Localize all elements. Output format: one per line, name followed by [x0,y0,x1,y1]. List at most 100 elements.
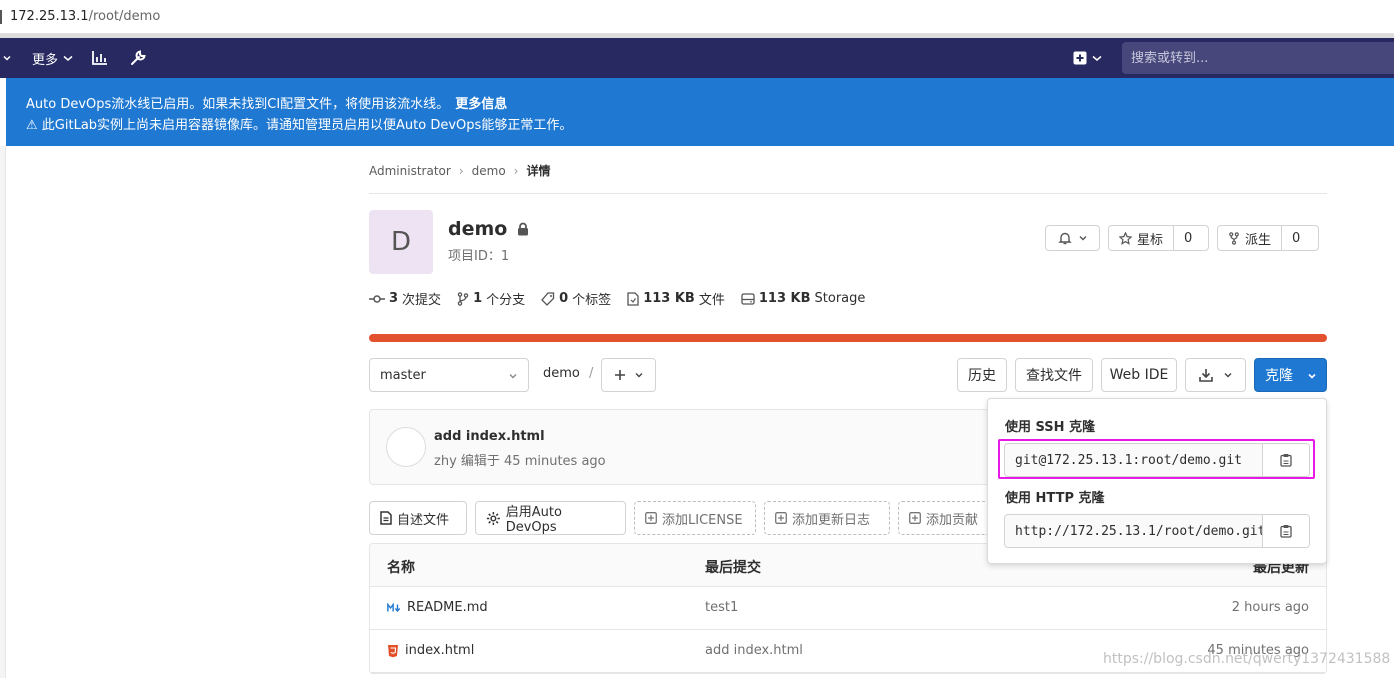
file-time: 2 hours ago [1231,600,1309,615]
clipboard-icon [1280,525,1292,538]
chevron-down-icon [509,374,517,379]
file-name[interactable]: README.md [407,600,488,615]
file-commit[interactable]: add index.html [705,643,803,658]
address-bar-edge [0,10,2,24]
markdown-icon [387,602,401,612]
storage-size: 113 KB [758,291,811,306]
clone-dropdown-menu: 使用 SSH 克隆 git@172.25.13.1:root/demo.git … [987,398,1327,564]
readme-label: 自述文件 [397,512,450,528]
path-separator: / [589,366,594,381]
project-stats: 3 次提交 1 个分支 0 个标签 113 KB 文件 113 KB Storage [369,289,881,308]
admin-wrench-icon[interactable] [129,38,147,78]
files-size: 113 KB [643,291,695,306]
star-segment[interactable]: 星标 [1109,226,1173,250]
analytics-icon[interactable] [91,38,109,78]
banner-line-1: Auto DevOps流水线已启用。如果未找到CI配置文件，将使用该流水线。 更多… [26,93,507,112]
add-changelog-button[interactable]: 添加更新日志 [764,501,890,535]
url-host: 172.25.13.1 [10,9,89,24]
find-file-button[interactable]: 查找文件 [1015,358,1093,392]
add-to-tree-dropdown[interactable] [601,358,656,392]
tag-icon [541,291,555,306]
tags-count: 0 [559,291,569,306]
branches-label: 个分支 [486,293,526,308]
banner-text-2: 此GitLab实例上尚未启用容器镜像库。请通知管理员启用以便Auto DevOp… [41,118,573,133]
watermark: https://blog.csdn.net/qwerty1372431588 [1103,651,1391,667]
banner-more-info-link[interactable]: 更多信息 [455,97,507,112]
web-ide-button[interactable]: Web IDE [1101,358,1177,392]
repo-path-root[interactable]: demo [543,366,580,381]
clone-label: 克隆 [1265,368,1293,384]
add-changelog-label: 添加更新日志 [792,512,871,528]
file-commit[interactable]: test1 [705,600,738,615]
breadcrumb-item-current[interactable]: 详情 [526,162,550,179]
tags-stat[interactable]: 0 个标签 [541,289,611,308]
search-input[interactable] [1122,42,1394,74]
new-item-plus-icon[interactable] [1073,38,1103,78]
breadcrumb-item-demo[interactable]: demo [472,164,506,178]
url-text[interactable]: 172.25.13.1/root/demo [10,9,160,24]
branches-stat[interactable]: 1 个分支 [457,289,525,308]
copy-http-button[interactable] [1262,515,1309,547]
nav-chevron-icon[interactable] [2,38,12,78]
fork-count[interactable]: 0 [1281,226,1310,250]
plus-square-icon [645,512,657,524]
chevron-down-icon [63,55,73,61]
file-name-cell[interactable]: README.md [387,600,488,615]
commit-author-avatar[interactable] [386,427,426,467]
address-bar[interactable]: 172.25.13.1/root/demo [0,0,1394,34]
readme-button[interactable]: 自述文件 [369,501,467,535]
breadcrumb-chevron-icon: › [458,163,464,178]
fork-button[interactable]: 派生 0 [1217,225,1319,251]
document-icon [380,511,392,525]
breadcrumb-divider [369,193,1327,194]
storage-stat[interactable]: 113 KB Storage [741,291,866,306]
commit-icon [369,294,385,303]
nav-more-menu[interactable]: 更多 [32,38,74,78]
storage-icon [741,292,755,305]
banner-text-1: Auto DevOps流水线已启用。如果未找到CI配置文件，将使用该流水线。 [26,97,450,112]
commit-meta: zhy 编辑于 45 minutes ago [434,454,606,469]
plus-icon [614,370,625,380]
star-icon [1119,231,1132,245]
bell-icon [1057,232,1072,245]
history-button[interactable]: 历史 [957,358,1007,392]
http-clone-url[interactable]: http://172.25.13.1/root/demo.git [1015,524,1263,539]
add-license-button[interactable]: 添加LICENSE [634,501,756,535]
files-stat[interactable]: 113 KB 文件 [627,289,725,308]
project-id: 项目ID：1 [448,249,510,264]
chevron-down-icon [635,373,642,378]
files-label: 文件 [698,293,725,308]
notification-dropdown[interactable] [1045,225,1100,251]
http-clone-field[interactable]: http://172.25.13.1/root/demo.git [1004,514,1310,548]
star-button[interactable]: 星标 0 [1108,225,1209,251]
star-count[interactable]: 0 [1173,226,1202,250]
download-dropdown[interactable] [1185,358,1246,392]
clone-button[interactable]: 克隆 [1254,358,1327,392]
file-name-cell[interactable]: index.html [387,643,474,658]
file-name[interactable]: index.html [405,643,474,658]
branch-name: master [380,367,426,383]
lock-icon [518,222,529,236]
auto-devops-label: 启用Auto DevOps [505,505,562,535]
commits-stat[interactable]: 3 次提交 [369,289,441,308]
file-icon [627,291,639,306]
sidebar-gutter [0,146,6,678]
fork-label: 派生 [1245,232,1272,248]
commit-message[interactable]: add index.html [434,429,545,444]
enable-auto-devops-button[interactable]: 启用Auto DevOps [475,501,626,535]
html5-icon [388,644,398,657]
ssh-highlight-box [998,439,1315,479]
top-navbar: 更多 [0,38,1394,78]
chevron-down-icon [1079,236,1086,241]
branches-count: 1 [473,291,483,306]
chevron-down-icon [1092,55,1102,61]
auto-devops-banner: Auto DevOps流水线已启用。如果未找到CI配置文件，将使用该流水线。 更多… [6,78,1394,146]
branch-selector[interactable]: master [369,358,529,392]
global-search[interactable] [1122,42,1394,74]
breadcrumb-item-admin[interactable]: Administrator [369,164,451,178]
plus-square-icon [909,512,921,524]
storage-label: Storage [814,291,866,306]
table-row[interactable]: README.md test1 2 hours ago [370,587,1326,630]
chevron-down-icon [1224,373,1231,378]
fork-segment[interactable]: 派生 [1218,226,1281,250]
